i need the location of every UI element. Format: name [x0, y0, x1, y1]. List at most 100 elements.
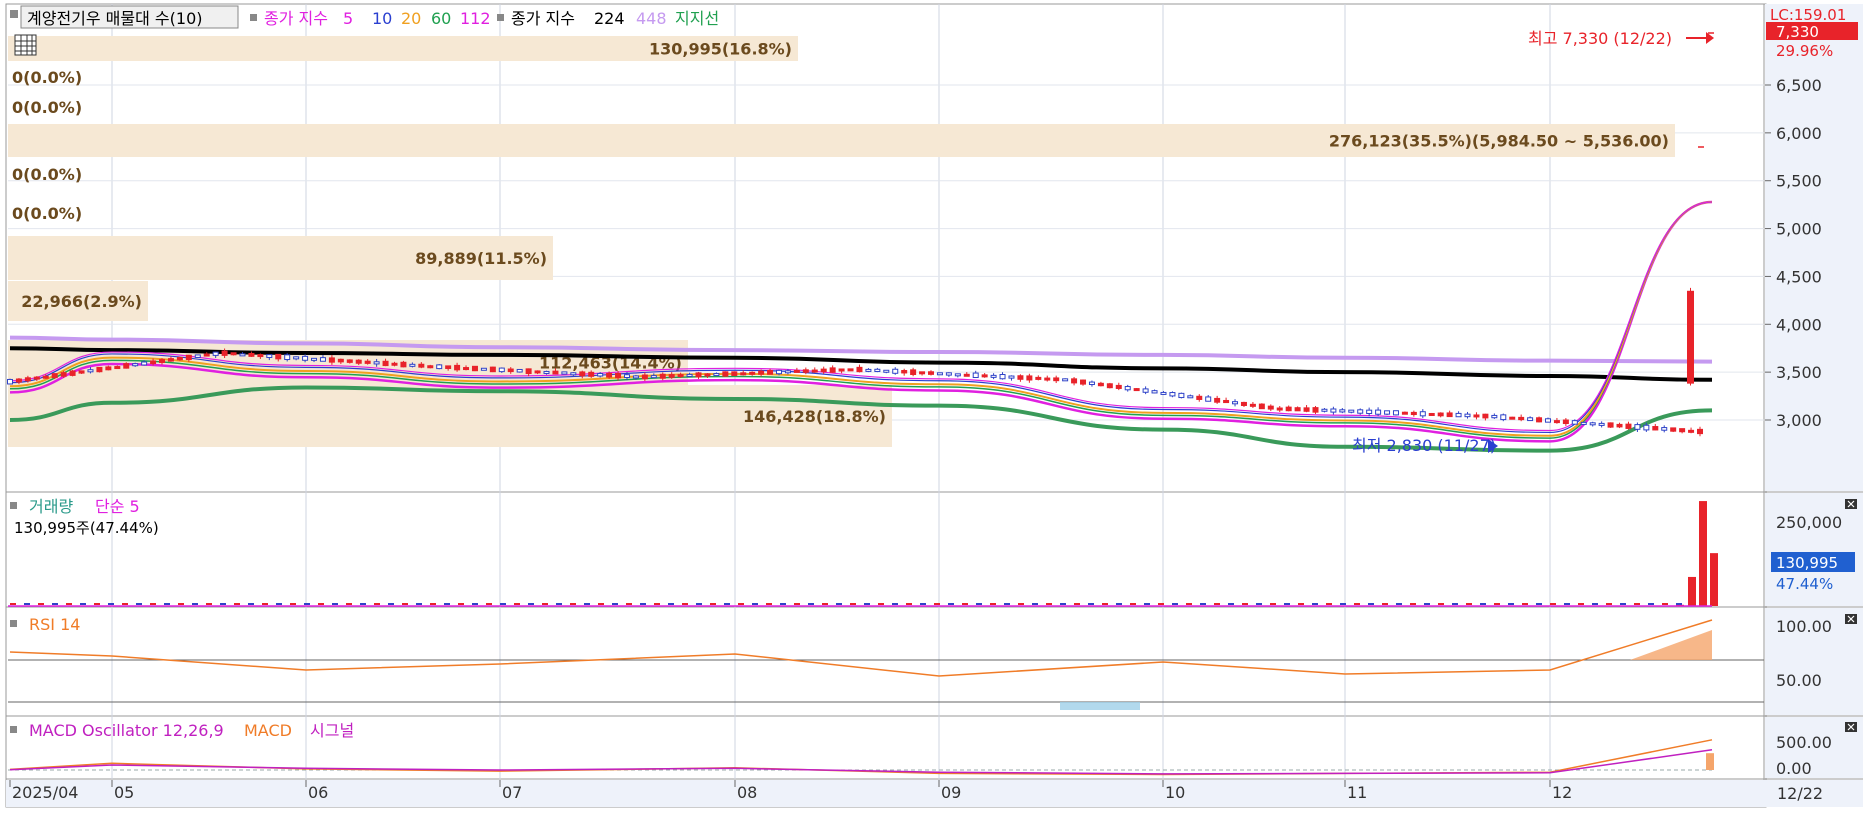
candle — [1303, 407, 1310, 412]
volume-tick: 250,000 — [1776, 513, 1842, 532]
candle — [194, 354, 201, 358]
legend-bullet-icon — [10, 10, 18, 18]
candle — [1500, 414, 1507, 421]
candle — [1589, 422, 1596, 426]
time-axis-label: 2025/04 — [12, 783, 78, 802]
candle — [1142, 388, 1149, 393]
table-icon[interactable] — [14, 34, 37, 56]
time-axis-label: 07 — [502, 783, 522, 802]
candle — [1679, 428, 1686, 433]
stock-chart[interactable]: 130,995(16.8%) 0(0.0%) 0(0.0%) 276,123(35.5… — [0, 0, 1863, 812]
volume-bar — [668, 603, 674, 605]
volume-legend: 거래량 — [29, 497, 73, 516]
candle — [1643, 424, 1650, 431]
candle — [650, 375, 657, 379]
volume-bar — [346, 603, 352, 605]
candle — [454, 364, 461, 371]
rsi-oversold-area — [1060, 702, 1140, 710]
close-icon[interactable] — [1845, 614, 1857, 624]
candle — [1384, 410, 1391, 415]
volume-bar — [1270, 603, 1276, 605]
candle — [731, 371, 738, 376]
volume-bar — [1710, 553, 1718, 606]
volume-bar — [682, 603, 688, 605]
candle — [713, 373, 720, 377]
volume-bar — [808, 603, 814, 605]
candle — [1419, 411, 1426, 417]
volume-bar — [1662, 603, 1668, 605]
volume-bar — [1564, 603, 1570, 605]
volume-bar — [934, 603, 940, 605]
volume-bar — [1452, 603, 1458, 605]
price-tick-label: 5,500 — [1776, 172, 1822, 191]
candle — [1410, 411, 1417, 416]
candle — [471, 365, 478, 372]
volume-bar — [1424, 603, 1430, 605]
candle — [275, 353, 282, 360]
candle — [69, 370, 76, 376]
candle — [1509, 416, 1516, 420]
candle — [1321, 408, 1328, 412]
candle — [740, 372, 747, 376]
macd-tick-0: 0.00 — [1776, 759, 1812, 778]
candle — [910, 369, 917, 375]
candle — [1339, 409, 1346, 413]
candle — [489, 366, 496, 373]
volume-bar — [192, 603, 198, 605]
volume-bar — [752, 603, 758, 605]
candle — [346, 359, 353, 363]
candle — [677, 374, 684, 378]
time-axis-label: 09 — [941, 783, 961, 802]
volume-profile-label: 22,966(2.9%) — [21, 292, 142, 311]
macd-legend: MACD — [244, 721, 292, 740]
high-arrow-icon — [1686, 32, 1714, 44]
candle — [87, 369, 94, 373]
rsi-tick-50: 50.00 — [1776, 671, 1822, 690]
volume-bar — [66, 603, 72, 605]
candle — [552, 370, 559, 375]
candle — [132, 363, 139, 367]
candle — [203, 353, 210, 357]
candle — [1312, 407, 1319, 413]
candle — [141, 361, 148, 366]
candle — [802, 369, 809, 373]
candle — [1688, 429, 1695, 433]
volume-bar — [822, 603, 828, 605]
candle — [319, 357, 326, 362]
candle — [1071, 378, 1078, 384]
candle — [1580, 421, 1587, 425]
candle — [15, 378, 22, 383]
candle — [400, 361, 407, 368]
volume-bar — [1256, 603, 1262, 605]
candle — [1133, 388, 1140, 392]
candle — [114, 366, 121, 370]
close-icon[interactable] — [1845, 499, 1857, 509]
chart-canvas[interactable]: 130,995(16.8%) 0(0.0%) 0(0.0%) 276,123(35.5… — [0, 0, 1863, 812]
candle — [1375, 409, 1382, 415]
candle — [1178, 392, 1185, 399]
volume-bar — [136, 603, 142, 605]
volume-bar — [626, 603, 632, 605]
high-annotation: 최고 7,330 (12/22) — [1528, 29, 1672, 48]
candle — [659, 373, 666, 379]
candle — [445, 365, 452, 369]
candle — [1455, 412, 1462, 418]
volume-bar — [416, 603, 422, 605]
volume-bar — [542, 603, 548, 605]
volume-bar — [990, 603, 996, 605]
candle — [525, 368, 532, 375]
candle — [901, 370, 908, 374]
volume-bar — [1116, 603, 1122, 605]
candle — [1661, 427, 1668, 431]
candle — [418, 363, 425, 368]
volume-bar — [1648, 603, 1654, 605]
volume-bar — [262, 603, 268, 605]
candle — [1553, 420, 1560, 424]
volume-profile-label: 146,428(18.8%) — [743, 407, 886, 426]
volume-bar — [234, 603, 240, 605]
candle — [284, 354, 291, 361]
candle — [767, 369, 774, 375]
candle — [1527, 417, 1534, 422]
close-icon[interactable] — [1845, 722, 1857, 732]
candle — [1160, 391, 1167, 395]
